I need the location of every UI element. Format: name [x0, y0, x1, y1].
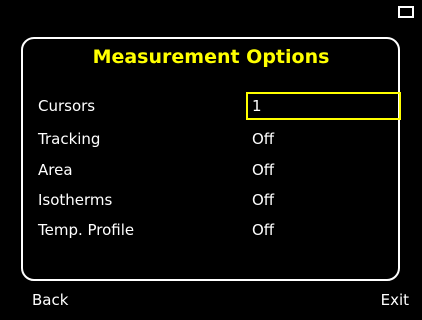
option-value-selected[interactable]: 1: [246, 92, 401, 120]
option-value[interactable]: Off: [246, 185, 274, 215]
option-row-cursors[interactable]: Cursors 1: [0, 91, 422, 121]
option-value[interactable]: Off: [246, 124, 274, 154]
option-value[interactable]: Off: [246, 215, 274, 245]
option-label: Tracking: [38, 130, 101, 148]
option-label: Isotherms: [38, 191, 113, 209]
option-row-temp-profile[interactable]: Temp. Profile Off: [0, 215, 422, 245]
dialog-title: Measurement Options: [92, 46, 330, 68]
back-softkey[interactable]: Back: [32, 289, 68, 311]
option-label: Area: [38, 161, 73, 179]
option-row-tracking[interactable]: Tracking Off: [0, 124, 422, 154]
option-row-area[interactable]: Area Off: [0, 155, 422, 185]
exit-softkey[interactable]: Exit: [381, 289, 409, 311]
option-row-isotherms[interactable]: Isotherms Off: [0, 185, 422, 215]
option-value[interactable]: Off: [246, 155, 274, 185]
option-label: Cursors: [38, 97, 96, 115]
battery-icon: [398, 6, 414, 18]
option-label: Temp. Profile: [38, 221, 135, 239]
